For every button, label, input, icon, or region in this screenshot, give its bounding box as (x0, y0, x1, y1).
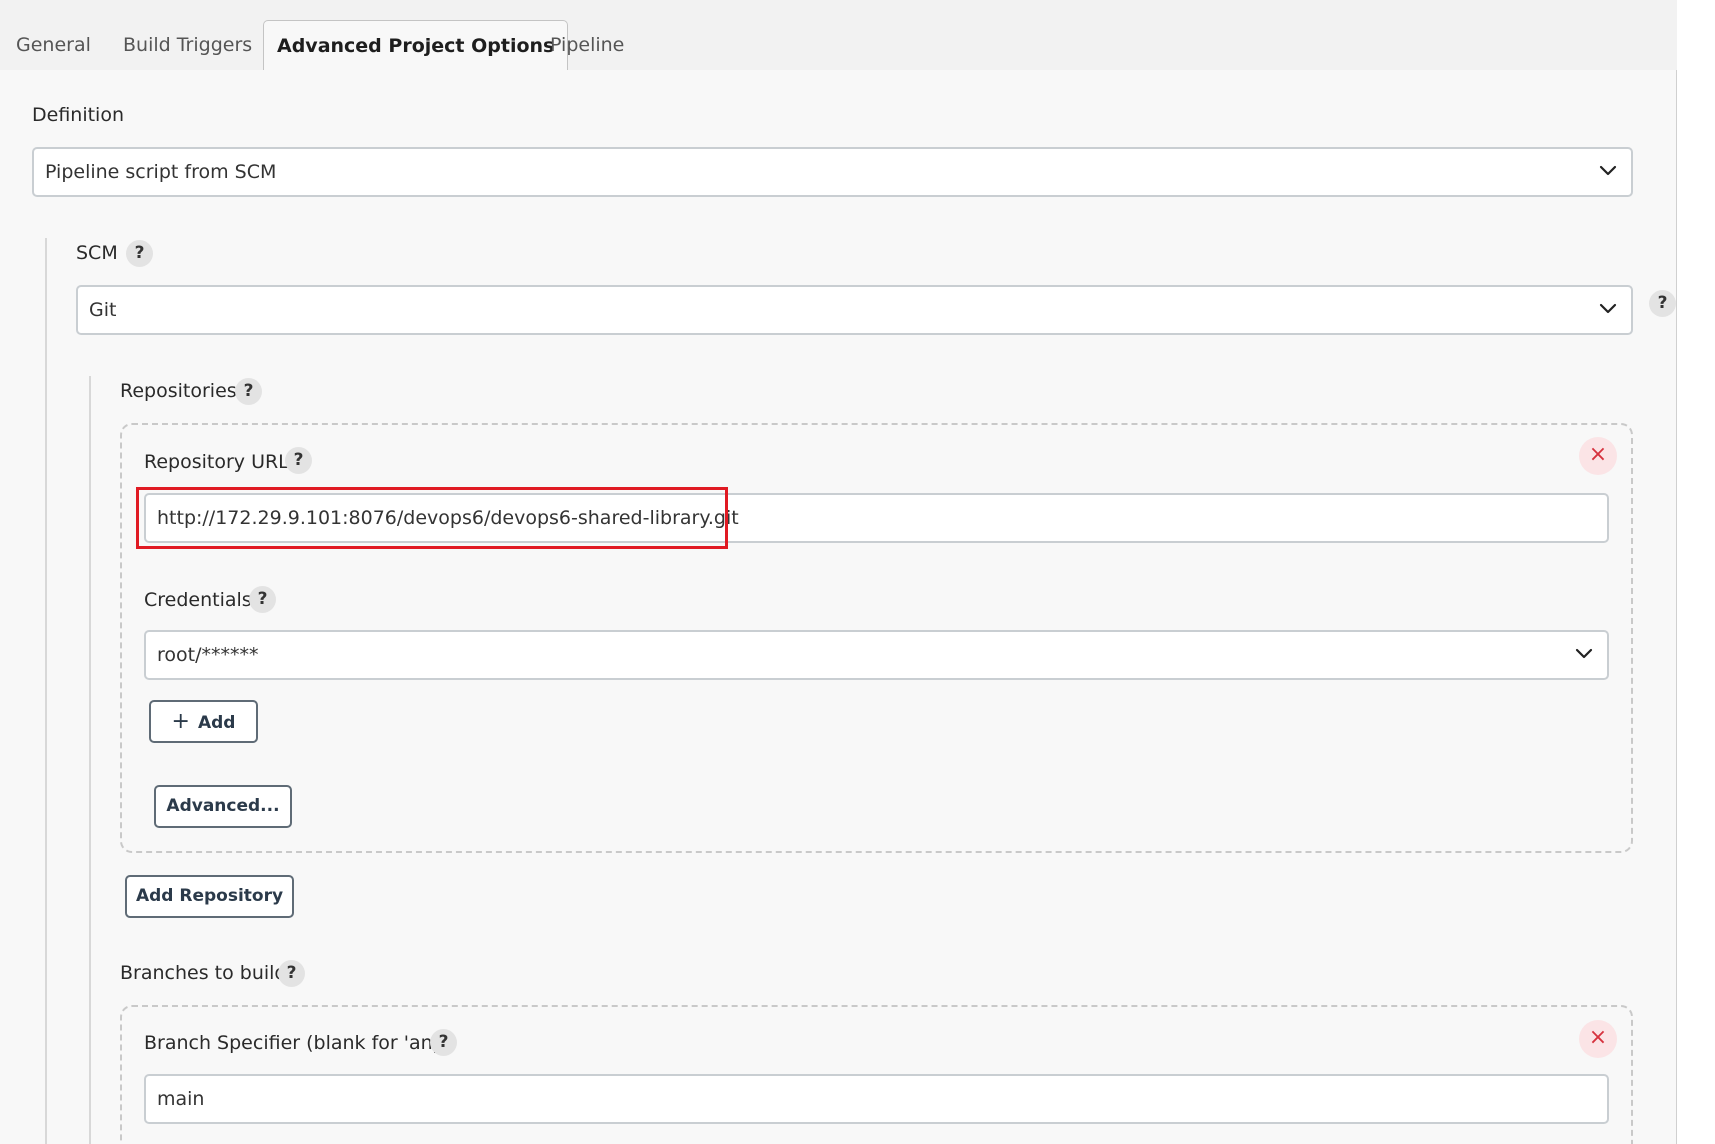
definition-label: Definition (32, 104, 125, 126)
repositories-label: Repositories (120, 380, 237, 402)
scm-help-icon[interactable]: ? (126, 240, 153, 267)
credentials-value: root/****** (157, 644, 259, 666)
branches-help-icon[interactable]: ? (278, 960, 305, 987)
repository-url-label: Repository URL (144, 451, 289, 473)
chevron-down-icon (1575, 648, 1593, 659)
definition-select[interactable]: Pipeline script from SCM (32, 147, 1633, 197)
branch-specifier-input[interactable]: main (144, 1074, 1609, 1124)
tab-general[interactable]: General (1, 20, 106, 70)
right-margin (1677, 16, 1715, 1144)
scm-select[interactable]: Git (76, 285, 1633, 335)
tab-pipeline[interactable]: Pipeline (535, 20, 639, 70)
add-credentials-label: Add (197, 713, 236, 733)
branch-specifier-help-icon[interactable]: ? (430, 1029, 457, 1056)
url-highlight-box (136, 487, 728, 549)
remove-branch-icon[interactable]: × (1579, 1020, 1617, 1058)
repositories-section-rule (89, 376, 91, 1144)
git-help-icon[interactable]: ? (1649, 290, 1676, 317)
add-credentials-button[interactable]: + Add (149, 700, 258, 743)
remove-repository-icon[interactable]: × (1579, 437, 1617, 475)
branches-to-build-label: Branches to build (120, 962, 287, 984)
scm-value: Git (89, 299, 117, 321)
credentials-help-icon[interactable]: ? (249, 586, 276, 613)
plus-icon: + (171, 709, 190, 734)
tab-build-triggers[interactable]: Build Triggers (108, 20, 267, 70)
credentials-select[interactable]: root/****** (144, 630, 1609, 680)
scm-section-rule (45, 238, 47, 1144)
tab-advanced-project-options[interactable]: Advanced Project Options (263, 20, 569, 70)
repositories-help-icon[interactable]: ? (235, 378, 262, 405)
branch-specifier-label: Branch Specifier (blank for 'any') (144, 1032, 457, 1054)
credentials-label: Credentials (144, 589, 252, 611)
tab-bar: General Build Triggers Advanced Project … (0, 0, 1677, 70)
definition-value: Pipeline script from SCM (45, 161, 277, 183)
scm-label: SCM (76, 242, 118, 264)
repository-url-help-icon[interactable]: ? (285, 447, 312, 474)
advanced-button[interactable]: Advanced... (154, 785, 292, 828)
chevron-down-icon (1599, 165, 1617, 176)
chevron-down-icon (1599, 303, 1617, 314)
add-repository-button[interactable]: Add Repository (125, 875, 294, 918)
